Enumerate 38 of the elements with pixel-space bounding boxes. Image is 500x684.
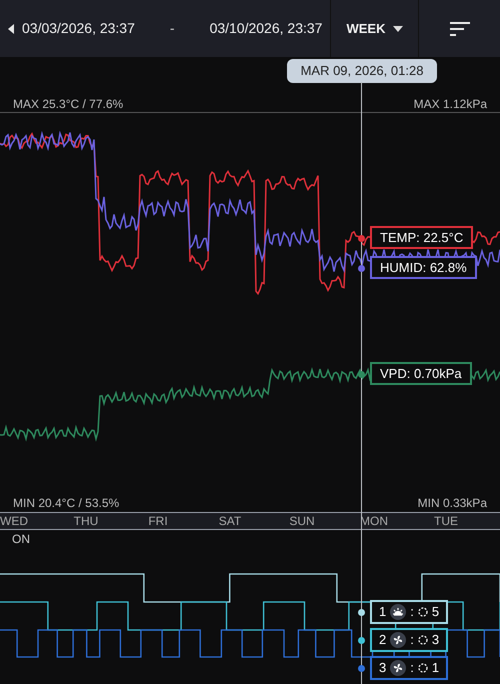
channel-separator: :	[410, 603, 414, 622]
value-readout: TEMP: 22.5°C	[370, 226, 474, 249]
dashed-circle-icon	[418, 663, 428, 673]
day-label: SUN	[288, 513, 316, 529]
max-temperature-label: MAX 25.3°C / 77.6%	[13, 96, 124, 112]
range-separator: -	[170, 19, 175, 38]
start-date[interactable]: 03/03/2026, 23:37	[22, 18, 135, 39]
day-label: THU	[72, 513, 100, 529]
day-label: TUE	[433, 513, 459, 529]
channel-number: 3	[379, 659, 386, 678]
sun-icon	[390, 604, 406, 620]
dashed-circle-icon	[418, 635, 428, 645]
min-temperature-label: MIN 20.4°C / 53.5%	[13, 495, 120, 512]
caret-down-icon	[393, 26, 404, 32]
state-label: ON	[12, 532, 30, 546]
min-vpd-label: MIN 0.33kPa	[418, 495, 487, 512]
fan-icon	[390, 660, 406, 676]
day-label: WED	[0, 513, 29, 529]
channel-value: 5	[432, 603, 440, 622]
previous-button[interactable]	[8, 24, 15, 34]
value-readout: HUMID: 62.8%	[370, 256, 477, 279]
channel-value: 3	[432, 631, 440, 650]
end-date[interactable]: 03/10/2026, 23:37	[210, 18, 322, 39]
fan-icon	[390, 632, 406, 648]
sort-icon	[450, 22, 470, 36]
channel-value: 1	[432, 659, 440, 678]
range-dropdown[interactable]: WEEK	[331, 0, 418, 57]
value-readout: VPD: 0.70kPa	[370, 362, 472, 385]
channel-separator: :	[410, 659, 414, 678]
channel-number: 1	[379, 603, 386, 622]
channel-number: 2	[379, 631, 386, 650]
dashed-circle-icon	[418, 607, 428, 617]
time-tooltip: MAR 09, 2026, 01:28	[287, 59, 437, 83]
channel-separator: :	[410, 631, 414, 650]
day-label: SAT	[218, 513, 242, 529]
day-label: FRI	[147, 513, 169, 529]
max-vpd-label: MAX 1.12kPa	[414, 96, 487, 112]
chevron-left-icon	[8, 24, 15, 34]
